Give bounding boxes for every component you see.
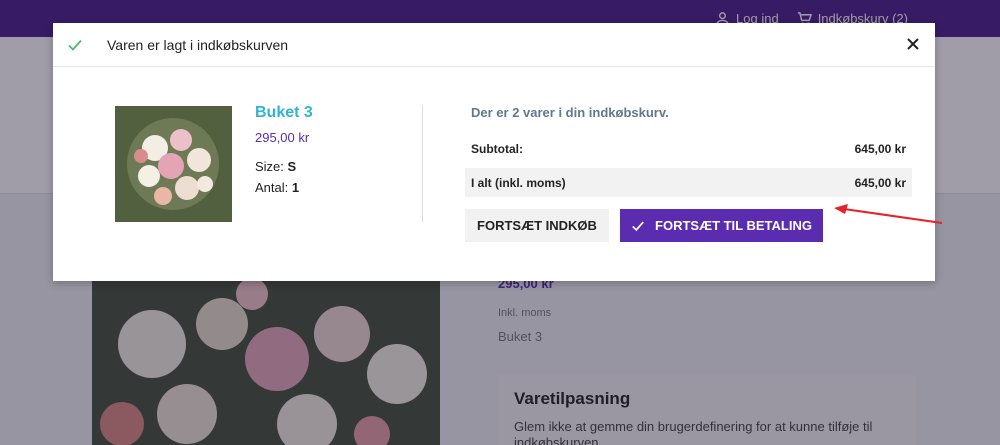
modal-header: Varen er lagt i indkøbskurven	[53, 23, 935, 67]
proceed-to-checkout-button[interactable]: FORTSÆT TIL BETALING	[620, 209, 823, 242]
product-image	[115, 106, 232, 222]
product-name: Buket 3	[255, 104, 313, 121]
added-to-cart-modal: Varen er lagt i indkøbskurven Buket 3 29…	[53, 23, 935, 281]
total-label: I alt (inkl. moms)	[471, 175, 566, 190]
product-price: 295,00 kr	[255, 130, 310, 145]
quantity-label: Antal:	[255, 180, 289, 195]
close-icon[interactable]	[905, 36, 921, 52]
annotation-arrow-icon	[834, 204, 943, 224]
check-icon	[632, 220, 644, 231]
subtotal-value: 645,00 kr	[854, 141, 906, 156]
quantity-value: 1	[291, 180, 300, 195]
cart-count-text: Der er 2 varer i din indkøbskurv.	[471, 105, 669, 120]
size-label: Size:	[255, 159, 284, 174]
product-size: Size: S	[255, 159, 313, 174]
modal-title: Varen er lagt i indkøbskurven	[107, 36, 289, 53]
subtotal-label: Subtotal:	[471, 141, 523, 156]
subtotal-row: Subtotal: 645,00 kr	[465, 134, 912, 163]
product-info: Buket 3 295,00 kr Size: S Antal: 1	[255, 104, 313, 201]
size-value: S	[287, 159, 297, 174]
total-row: I alt (inkl. moms) 645,00 kr	[465, 168, 912, 197]
divider	[422, 105, 423, 222]
product-quantity: Antal: 1	[255, 180, 313, 195]
checkout-label: FORTSÆT TIL BETALING	[655, 218, 812, 233]
continue-shopping-button[interactable]: FORTSÆT INDKØB	[465, 209, 609, 242]
check-icon	[68, 39, 82, 51]
total-value: 645,00 kr	[854, 175, 906, 190]
